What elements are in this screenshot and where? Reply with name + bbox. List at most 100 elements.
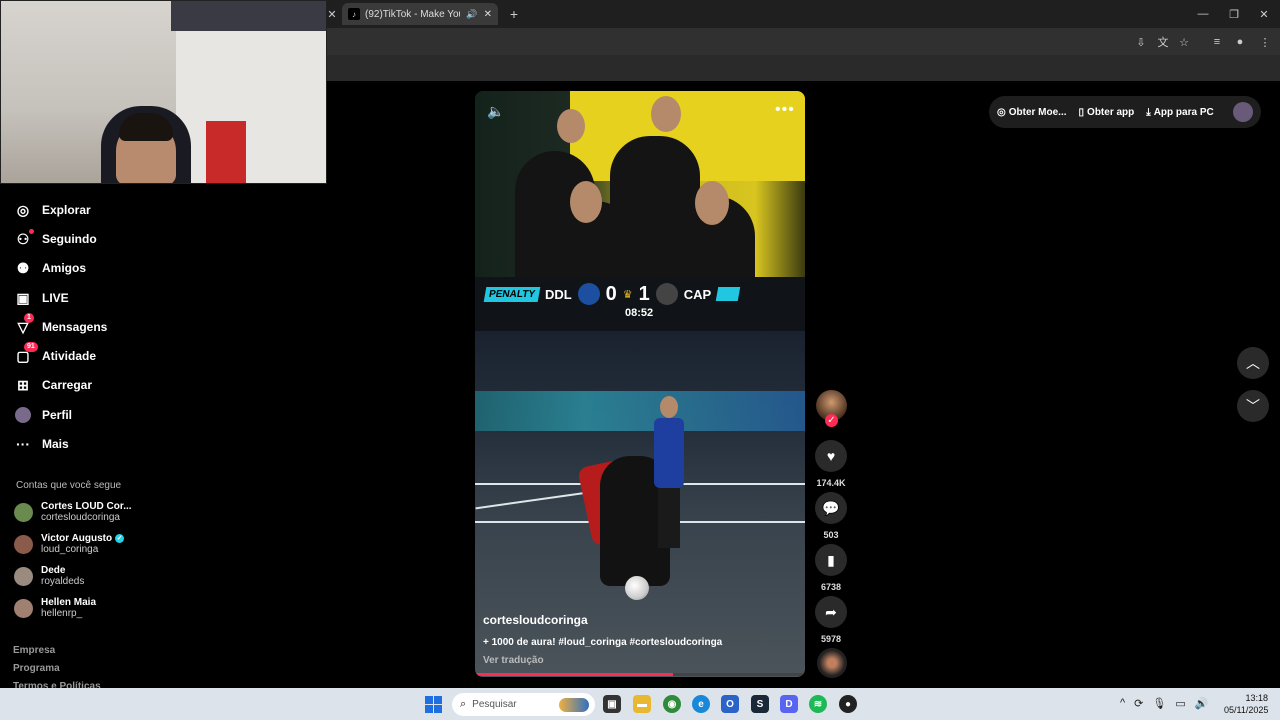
match-clock: 08:52: [625, 307, 654, 319]
nav-live[interactable]: ▣ LIVE: [14, 285, 68, 311]
nav-label: Explorar: [42, 203, 91, 217]
notification-badge: 1: [24, 313, 34, 323]
following-section-title: Contas que você segue: [16, 480, 122, 491]
video-player[interactable]: 🔈 ••• PENALTY DDL 0 ♛ 1 CAP 08:52 cortes…: [475, 91, 805, 677]
scoreboard: PENALTY DDL 0 ♛ 1 CAP: [483, 281, 775, 307]
led-board: [475, 391, 805, 431]
nav-mensagens[interactable]: ▽ 1 Mensagens: [14, 313, 107, 340]
tab-tiktok[interactable]: ♪ (92)TikTok - Make Your Day 🔊 ✕: [342, 3, 498, 25]
score-away: 1: [638, 282, 650, 305]
share-count: 5978: [820, 634, 842, 644]
close-window-button[interactable]: ✕: [1250, 4, 1278, 24]
account-item[interactable]: Dede royaldeds: [14, 562, 84, 590]
nav-explorar[interactable]: ◎ Explorar: [14, 197, 91, 223]
volume-icon[interactable]: 🔈: [487, 103, 504, 120]
bookmark-icon[interactable]: ▮: [815, 544, 847, 576]
nav-amigos[interactable]: ⚉ Amigos: [14, 255, 86, 281]
steam-icon[interactable]: S: [751, 695, 769, 713]
profile-icon[interactable]: ●: [1232, 34, 1248, 50]
bookmark-star-icon[interactable]: ☆: [1176, 34, 1192, 50]
get-coins-button[interactable]: ◎ Obter Moe...: [997, 107, 1067, 118]
nav-label: Perfil: [42, 408, 73, 422]
spotify-icon[interactable]: ≋: [809, 695, 827, 713]
video-progress-fill: [475, 673, 673, 676]
nav-atividade[interactable]: ▢ 91 Atividade: [14, 342, 96, 369]
translate-icon[interactable]: 文: [1155, 34, 1171, 50]
comment-icon[interactable]: 💬: [815, 492, 847, 524]
avatar: [14, 502, 33, 522]
footer-link-empresa[interactable]: Empresa: [13, 645, 55, 656]
nav-label: Carregar: [42, 378, 93, 392]
taskbar-time[interactable]: 13:18: [1230, 693, 1268, 703]
new-tab-button[interactable]: +: [500, 4, 528, 24]
app-icon[interactable]: ●: [839, 695, 857, 713]
get-app-label: Obter app: [1087, 106, 1135, 118]
account-item[interactable]: Cortes LOUD Cor... cortesloudcoringa: [14, 498, 132, 526]
heart-icon[interactable]: ♥: [815, 440, 847, 472]
install-app-icon[interactable]: ⇩: [1133, 34, 1149, 50]
task-view-icon[interactable]: ▣: [603, 695, 621, 713]
nav-mais[interactable]: ··· Mais: [14, 431, 69, 457]
edge-icon[interactable]: e: [692, 695, 710, 713]
user-avatar[interactable]: [1233, 102, 1253, 122]
windows-start-icon[interactable]: [425, 696, 442, 713]
pc-app-button[interactable]: ⤓ App para PC: [1146, 107, 1213, 118]
notification-badge: 91: [24, 342, 38, 352]
account-item[interactable]: Victor Augusto ✓ loud_coringa: [14, 530, 125, 558]
comment-action[interactable]: 💬 503: [815, 492, 847, 540]
file-explorer-icon[interactable]: ▬: [633, 695, 651, 713]
sync-icon[interactable]: ⟳: [1134, 697, 1143, 710]
account-name: Cortes LOUD Cor...: [41, 501, 132, 512]
reading-list-icon[interactable]: ≡: [1209, 34, 1225, 50]
avatar: [14, 566, 33, 586]
account-name: Victor Augusto: [41, 533, 113, 544]
discord-icon[interactable]: D: [780, 695, 798, 713]
account-item[interactable]: Hellen Maia hellenrp_: [14, 594, 96, 622]
chevron-up-icon[interactable]: ︿: [1237, 347, 1269, 379]
account-name: Dede: [41, 565, 66, 576]
footer-link-programa[interactable]: Programa: [13, 663, 60, 674]
share-action[interactable]: ➦ 5978: [815, 596, 847, 644]
menu-kebab-icon[interactable]: ⋮: [1257, 34, 1273, 50]
team-home-logo: [577, 283, 600, 305]
share-icon[interactable]: ➦: [815, 596, 847, 628]
team-home: DDL: [544, 286, 572, 302]
music-disc-icon[interactable]: [817, 648, 847, 678]
activity-icon: ▢ 91: [14, 342, 38, 365]
microphone-icon[interactable]: 🎙: [1152, 697, 1166, 710]
get-app-button[interactable]: ▯ Obter app: [1079, 107, 1135, 118]
team-away: CAP: [683, 286, 712, 302]
account-username: hellenrp_: [41, 608, 83, 619]
more-options-icon[interactable]: •••: [775, 101, 795, 119]
nav-carregar[interactable]: ⊞ Carregar: [14, 372, 92, 398]
restore-button[interactable]: ❐: [1220, 4, 1248, 24]
close-tab-icon[interactable]: ✕: [484, 9, 492, 20]
chrome-icon[interactable]: ◉: [663, 695, 681, 713]
taskbar-date[interactable]: 05/11/2025: [1224, 705, 1268, 715]
account-name: Hellen Maia: [41, 597, 97, 608]
nav-seguindo[interactable]: ⚇ Seguindo: [14, 226, 97, 252]
network-icon[interactable]: ▭: [1175, 697, 1185, 710]
outlook-icon[interactable]: O: [721, 695, 739, 713]
taskbar-search[interactable]: ⌕ Pesquisar: [452, 693, 595, 716]
messages-icon: ▽ 1: [14, 313, 34, 336]
nav-perfil[interactable]: Perfil: [14, 402, 72, 428]
video-author[interactable]: cortesloudcoringa: [483, 613, 588, 627]
crown-icon: ♛: [622, 288, 633, 301]
translate-link[interactable]: Ver tradução: [483, 655, 544, 666]
penalty-label: PENALTY: [483, 286, 541, 302]
like-action[interactable]: ♥ 174.4K: [815, 440, 847, 488]
comment-count: 503: [823, 530, 839, 540]
chevron-down-icon[interactable]: ﹀: [1237, 390, 1269, 422]
volume-icon[interactable]: 🔊: [1195, 697, 1209, 710]
speaker-icon[interactable]: 🔊: [466, 9, 477, 20]
search-icon: ⌕: [460, 698, 467, 710]
soccer-ball: [625, 576, 649, 600]
save-action[interactable]: ▮ 6738: [815, 544, 847, 592]
windows-taskbar: ⌕ Pesquisar ▣ ▬ ◉ e O S D ≋ ● ^ ⟳ 🎙 ▭ 🔊 …: [0, 688, 1280, 720]
minimize-button[interactable]: —: [1189, 4, 1217, 24]
follow-plus-icon[interactable]: ✓: [825, 414, 838, 427]
chevron-up-icon[interactable]: ^: [1120, 697, 1125, 710]
video-description: + 1000 de aura! #loud_coringa #corteslou…: [483, 637, 723, 648]
video-progress-bar[interactable]: [475, 673, 805, 676]
